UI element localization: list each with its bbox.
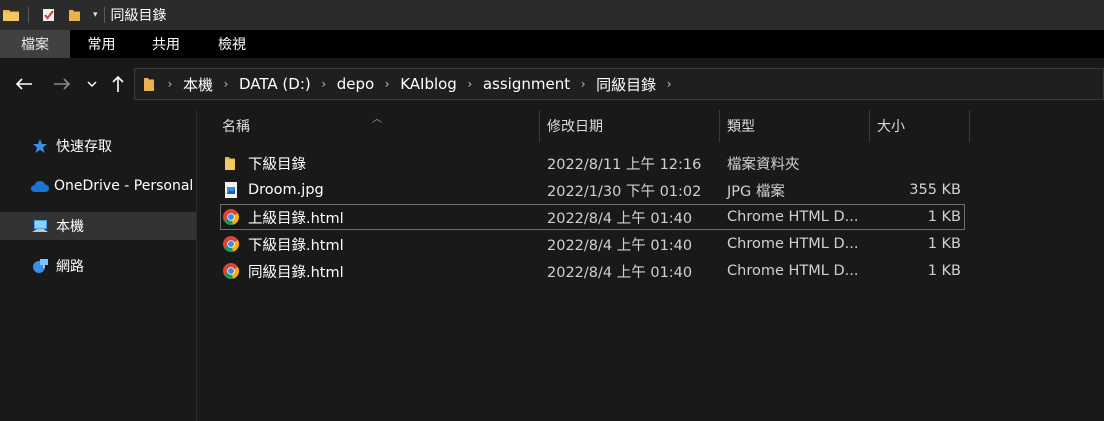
file-name: 下級目錄 <box>248 156 306 173</box>
up-arrow-icon[interactable] <box>108 72 128 96</box>
recent-locations-chevron-icon[interactable] <box>84 72 100 96</box>
breadcrumb-depo[interactable]: depo <box>335 75 376 93</box>
column-divider[interactable] <box>719 110 720 142</box>
sidebar-item-label: OneDrive - Personal <box>54 178 194 194</box>
table-row[interactable]: 下級目錄 2022/8/11 上午 12:16 檔案資料夾 <box>220 150 965 176</box>
file-date: 2022/8/4 上午 01:40 <box>547 237 693 254</box>
file-date: 2022/8/4 上午 01:40 <box>547 264 693 281</box>
chevron-right-icon[interactable]: › <box>572 77 594 91</box>
back-arrow-icon[interactable] <box>12 72 36 96</box>
file-name: 下級目錄.html <box>248 237 344 254</box>
column-divider[interactable] <box>539 110 540 142</box>
sidebar-item-label: 快速存取 <box>56 139 112 155</box>
column-divider[interactable] <box>969 110 970 142</box>
column-header-date-modified[interactable]: 修改日期 <box>547 110 603 142</box>
chevron-right-icon[interactable]: › <box>313 77 335 91</box>
breadcrumb-assignment[interactable]: assignment <box>481 75 572 93</box>
image-file-icon <box>222 181 240 199</box>
title-bar: ▾ 同級目錄 <box>0 0 1104 30</box>
file-date: 2022/8/11 上午 12:16 <box>547 156 702 173</box>
file-name: 上級目錄.html <box>248 210 344 227</box>
star-icon <box>30 137 50 155</box>
sidebar-item-label: 本機 <box>56 219 84 235</box>
file-icon-cell <box>222 150 240 176</box>
sidebar-item-label: 網路 <box>56 259 84 275</box>
tab-view[interactable]: 檢視 <box>199 30 265 58</box>
navigation-pane: 快速存取 OneDrive - Personal 本機 網路 <box>0 110 197 421</box>
ribbon-tabs: 檔案 常用 共用 檢視 <box>0 30 1104 58</box>
table-row[interactable]: 同級目錄.html 2022/8/4 上午 01:40 Chrome HTML … <box>220 258 965 284</box>
sidebar-item-network[interactable]: 網路 <box>0 252 196 280</box>
forward-arrow-icon[interactable] <box>50 72 74 96</box>
file-icon-cell <box>222 231 240 257</box>
sidebar-item-quick-access[interactable]: 快速存取 <box>0 132 196 160</box>
column-divider[interactable] <box>869 110 870 142</box>
breadcrumb-data-drive[interactable]: DATA (D:) <box>237 75 313 93</box>
column-header-name[interactable]: 名稱 <box>222 110 250 142</box>
computer-icon <box>30 217 50 235</box>
table-row[interactable]: 下級目錄.html 2022/8/4 上午 01:40 Chrome HTML … <box>220 231 965 257</box>
chrome-icon <box>222 262 240 280</box>
breadcrumb-kaiblog[interactable]: KAIblog <box>398 75 459 93</box>
sort-ascending-icon: ︿ <box>372 114 382 125</box>
chevron-right-icon[interactable]: › <box>376 77 398 91</box>
address-bar[interactable]: › 本機 › DATA (D:) › depo › KAIblog › assi… <box>134 68 1104 100</box>
file-type: Chrome HTML D... <box>727 263 859 279</box>
customize-quick-access-icon[interactable]: ▾ <box>93 0 98 30</box>
file-size: 1 KB <box>927 263 961 279</box>
file-size: 1 KB <box>927 236 961 252</box>
file-icon-cell <box>222 258 240 284</box>
chrome-icon <box>222 235 240 253</box>
chrome-icon <box>222 208 240 226</box>
file-icon-cell <box>222 204 240 230</box>
column-header-type[interactable]: 類型 <box>727 110 755 142</box>
properties-icon[interactable] <box>41 0 57 30</box>
file-name: 同級目錄.html <box>248 264 344 281</box>
chevron-right-icon[interactable]: › <box>215 77 237 91</box>
file-icon-cell <box>222 177 240 203</box>
chevron-right-icon[interactable]: › <box>459 77 481 91</box>
column-header-size[interactable]: 大小 <box>877 110 905 142</box>
file-type: JPG 檔案 <box>727 183 785 200</box>
file-name: Droom.jpg <box>248 182 324 198</box>
tab-file[interactable]: 檔案 <box>0 30 70 58</box>
tab-home[interactable]: 常用 <box>70 30 133 58</box>
file-list-view: ︿ 名稱 修改日期 類型 大小 下級目錄 2022/8/11 上午 12:16 … <box>198 110 1104 421</box>
folder-icon[interactable] <box>2 0 20 30</box>
file-date: 2022/8/4 上午 01:40 <box>547 210 693 227</box>
file-size: 1 KB <box>927 209 961 225</box>
navigation-bar: › 本機 › DATA (D:) › depo › KAIblog › assi… <box>0 58 1104 110</box>
table-row[interactable]: Droom.jpg 2022/1/30 下午 01:02 JPG 檔案 355 … <box>220 177 965 203</box>
table-row[interactable]: 上級目錄.html 2022/8/4 上午 01:40 Chrome HTML … <box>220 204 965 230</box>
file-type: 檔案資料夾 <box>727 156 800 173</box>
tab-share[interactable]: 共用 <box>133 30 199 58</box>
file-type: Chrome HTML D... <box>727 209 859 225</box>
breadcrumb-this-pc[interactable]: 本機 <box>181 74 215 95</box>
cloud-icon <box>30 177 50 195</box>
window-title: 同級目錄 <box>110 8 167 24</box>
folder-icon <box>222 154 240 172</box>
titlebar-divider <box>103 7 105 23</box>
folder-icon <box>141 75 159 93</box>
file-size: 355 KB <box>909 182 961 198</box>
sidebar-item-onedrive[interactable]: OneDrive - Personal <box>0 172 196 200</box>
breadcrumb-current-folder[interactable]: 同級目錄 <box>594 74 658 95</box>
chevron-right-icon[interactable]: › <box>159 77 181 91</box>
file-date: 2022/1/30 下午 01:02 <box>547 183 702 200</box>
titlebar-divider <box>28 7 29 23</box>
new-folder-icon[interactable] <box>67 0 83 30</box>
sidebar-item-this-pc[interactable]: 本機 <box>0 212 196 240</box>
chevron-right-icon[interactable]: › <box>658 77 680 91</box>
network-icon <box>30 257 50 275</box>
file-type: Chrome HTML D... <box>727 236 859 252</box>
